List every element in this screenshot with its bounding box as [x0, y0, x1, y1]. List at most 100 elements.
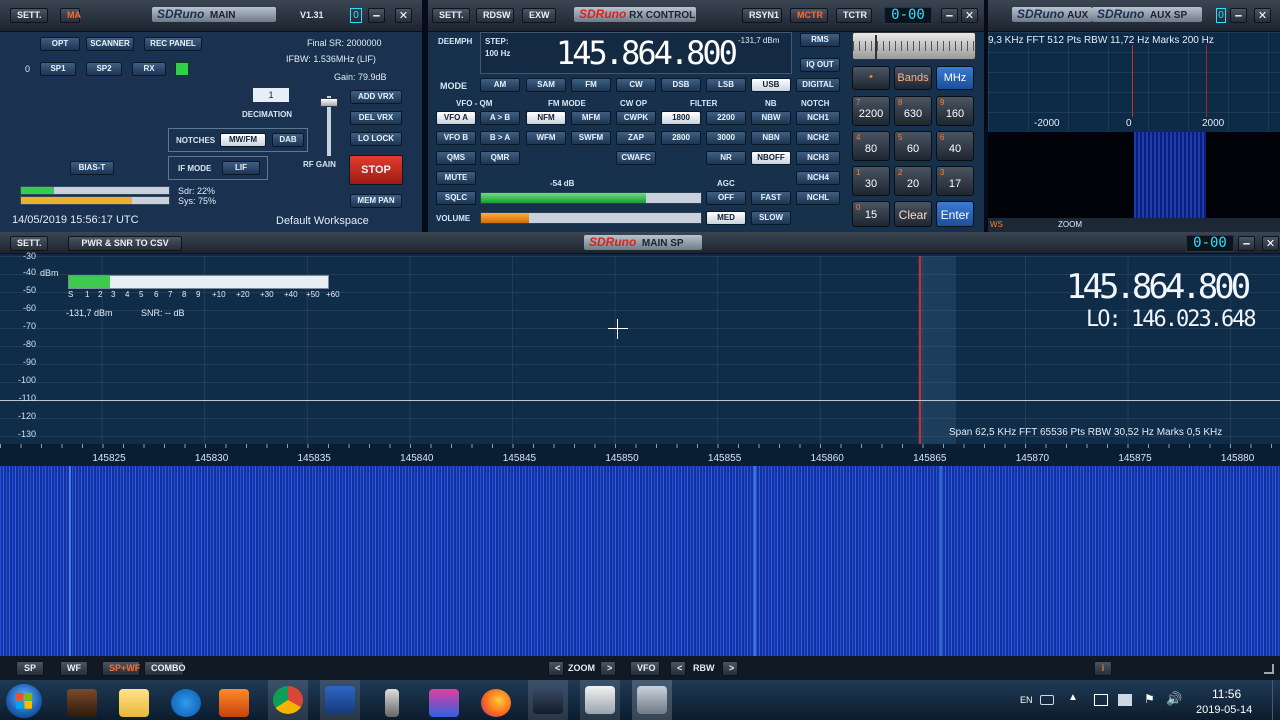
main-ma-button[interactable]: MA [60, 8, 81, 23]
qms-button[interactable]: QMS [436, 151, 476, 165]
keypad-5[interactable]: 5 60 [894, 131, 932, 161]
main-sp-close-button[interactable]: ✕ [1262, 236, 1279, 251]
mode-dsb-button[interactable]: DSB [661, 78, 701, 92]
scanner-button[interactable]: SCANNER [86, 37, 134, 51]
sp-wf-view-button[interactable]: SP+WF [102, 661, 140, 676]
sp1-button[interactable]: SP1 [40, 62, 76, 76]
sp-view-button[interactable]: SP [16, 661, 44, 676]
taskbar-firefox[interactable] [476, 685, 516, 720]
nch2-button[interactable]: NCH2 [796, 131, 840, 145]
taskbar-media[interactable] [214, 685, 254, 720]
resize-grip-icon[interactable] [1264, 664, 1274, 674]
keyboard-icon[interactable] [1040, 695, 1054, 705]
keypad-2[interactable]: 2 20 [894, 166, 932, 196]
mute-button[interactable]: MUTE [436, 171, 476, 185]
rf-gain-slider-handle[interactable] [320, 98, 338, 107]
add-vrx-button[interactable]: ADD VRX [350, 90, 402, 104]
a-to-b-button[interactable]: A > B [480, 111, 520, 125]
mfm-button[interactable]: MFM [571, 111, 611, 125]
bands-button[interactable]: Bands [894, 66, 932, 90]
taskbar-app-12[interactable] [632, 680, 672, 720]
keypad-9[interactable]: 9 160 [936, 96, 974, 126]
tray-icon-2[interactable] [1118, 694, 1132, 706]
clock-date[interactable]: 2019-05-14 [1196, 704, 1252, 716]
main-sp-minimize-button[interactable]: ‒ [1238, 236, 1255, 251]
taskbar-app-7[interactable] [372, 685, 412, 720]
rx-button[interactable]: RX [132, 62, 166, 76]
aux-close-button[interactable]: ✕ [1254, 8, 1271, 23]
rdsw-button[interactable]: RDSW [476, 8, 514, 23]
mode-cw-button[interactable]: CW [616, 78, 656, 92]
tctr-button[interactable]: TCTR [836, 8, 872, 23]
aux-spectrum[interactable] [988, 32, 1280, 132]
agc-slow-button[interactable]: SLOW [751, 211, 791, 225]
stop-button[interactable]: STOP [349, 155, 403, 185]
lif-button[interactable]: LIF [222, 161, 260, 175]
nboff-button[interactable]: NBOFF [751, 151, 791, 165]
mode-lsb-button[interactable]: LSB [706, 78, 746, 92]
squelch-slider[interactable] [480, 192, 702, 204]
filter-3000-button[interactable]: 3000 [706, 131, 746, 145]
filter-2200-button[interactable]: 2200 [706, 111, 746, 125]
rx-minimize-button[interactable]: ‒ [941, 8, 958, 23]
show-desktop-button[interactable] [1272, 680, 1280, 720]
lo-lock-button[interactable]: LO LOCK [350, 132, 402, 146]
enter-button[interactable]: Enter [936, 201, 974, 227]
rx-settings-button[interactable]: SETT. [432, 8, 470, 23]
keypad-3[interactable]: 3 17 [936, 166, 974, 196]
sqlc-button[interactable]: SQLC [436, 191, 476, 205]
tray-chevron-icon[interactable]: ▲ [1068, 692, 1078, 703]
tuning-dial[interactable] [852, 32, 976, 60]
volume-slider[interactable] [480, 212, 702, 224]
keypad-0[interactable]: 0 15 [852, 201, 890, 227]
nbw-button[interactable]: NBW [751, 111, 791, 125]
zoom-in-button[interactable]: > [600, 661, 616, 676]
filter-2800-button[interactable]: 2800 [661, 131, 701, 145]
iq-out-button[interactable]: IQ OUT [800, 58, 840, 72]
taskbar-wxhd[interactable] [528, 680, 568, 720]
rbw-down-button[interactable]: < [670, 661, 686, 676]
nfm-button[interactable]: NFM [526, 111, 566, 125]
pwr-snr-csv-button[interactable]: PWR & SNR TO CSV [68, 236, 182, 251]
info-button[interactable]: i [1094, 661, 1112, 676]
keypad-arrow-key[interactable]: • [852, 66, 890, 90]
wf-view-button[interactable]: WF [60, 661, 88, 676]
taskbar-app-11[interactable] [580, 680, 620, 720]
bias-t-button[interactable]: BIAS-T [70, 161, 114, 175]
cwafc-button[interactable]: CWAFC [616, 151, 656, 165]
taskbar-sdruno[interactable] [320, 680, 360, 720]
agc-fast-button[interactable]: FAST [751, 191, 791, 205]
main-sp-settings-button[interactable]: SETT. [10, 236, 48, 251]
main-minimize-button[interactable]: ‒ [368, 8, 385, 23]
keypad-8[interactable]: 8 630 [894, 96, 932, 126]
frequency-axis[interactable] [0, 444, 1280, 466]
agc-med-button[interactable]: MED [706, 211, 746, 225]
decimation-value[interactable]: 1 [253, 88, 289, 102]
sp2-button[interactable]: SP2 [86, 62, 122, 76]
rms-button[interactable]: RMS [800, 33, 840, 47]
dab-button[interactable]: DAB [272, 133, 304, 147]
clock-time[interactable]: 11:56 [1212, 687, 1241, 701]
volume-icon[interactable]: 🔊 [1166, 691, 1182, 707]
rec-panel-button[interactable]: REC PANEL [144, 37, 202, 51]
mode-am-button[interactable]: AM [480, 78, 520, 92]
mem-pan-button[interactable]: MEM PAN [350, 194, 402, 208]
rsyn1-button[interactable]: RSYN1 [742, 8, 782, 23]
mhz-button[interactable]: MHz [936, 66, 974, 90]
nchl-button[interactable]: NCHL [796, 191, 840, 205]
flag-icon[interactable]: ⚑ [1144, 692, 1155, 706]
taskbar-explorer[interactable] [114, 685, 154, 720]
exw-button[interactable]: EXW [522, 8, 556, 23]
mode-sam-button[interactable]: SAM [526, 78, 566, 92]
zoom-out-button[interactable]: < [548, 661, 564, 676]
language-indicator[interactable]: EN [1020, 695, 1033, 705]
nch4-button[interactable]: NCH4 [796, 171, 840, 185]
swfm-button[interactable]: SWFM [571, 131, 611, 145]
opt-button[interactable]: OPT [40, 37, 80, 51]
mwfm-button[interactable]: MW/FM [220, 133, 266, 147]
keypad-1[interactable]: 1 30 [852, 166, 890, 196]
rbw-up-button[interactable]: > [722, 661, 738, 676]
main-settings-button[interactable]: SETT. [10, 8, 48, 23]
aux-minimize-button[interactable]: ‒ [1230, 8, 1247, 23]
taskbar-ie[interactable] [166, 685, 206, 720]
